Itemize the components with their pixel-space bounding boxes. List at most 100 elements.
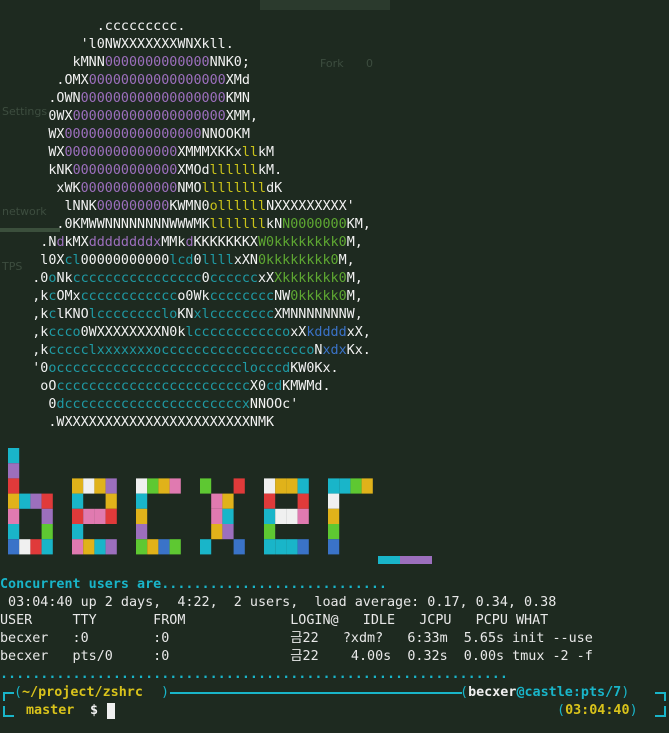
ascii-art-segment: cd xyxy=(266,379,283,394)
ascii-art-segment: NW xyxy=(274,289,291,304)
who-header: USER TTY FROM LOGIN@ IDLE JCPU PCPU WHAT xyxy=(0,613,549,628)
ascii-art-segment: 000000000 xyxy=(96,199,170,214)
banner-pixel xyxy=(136,493,148,509)
ascii-art-segment: cccccc xyxy=(209,271,258,286)
banner-pixel xyxy=(328,539,340,555)
ascii-art-row: 'l0NWXXXXXXXWNXkll. xyxy=(0,36,371,54)
banner-pixel xyxy=(222,508,234,524)
ascii-art-segment: .0 xyxy=(0,271,49,286)
ascii-art-segment: M, xyxy=(346,271,363,286)
banner-pixel xyxy=(136,478,148,494)
prompt-branch: master xyxy=(26,703,75,718)
ascii-art-segment: occccccccccccccccccccccclocccd xyxy=(48,361,291,376)
ascii-art-row: .ccccccccc. xyxy=(0,18,371,36)
ascii-art-segment: .ccccccccc. xyxy=(0,19,283,34)
ascii-art-segment: kM xyxy=(258,145,315,160)
ascii-art-segment: .OWN xyxy=(0,91,81,106)
ascii-art-segment: XMNNNNNNNW, xyxy=(274,307,363,322)
banner-pixel xyxy=(41,539,53,555)
ascii-art-segment: cccccccccccccccccccccccc xyxy=(56,379,250,394)
ascii-art-segment: .WXXXXXXXXXXXXXXXXXXXXXXXNMK xyxy=(0,415,275,430)
ascii-art-segment: cccccccccccccccc xyxy=(72,271,202,286)
ascii-art-segment: 0 xyxy=(201,271,210,286)
banner-pixel xyxy=(8,463,20,479)
banner-pixel xyxy=(8,524,20,540)
ascii-art-segment: KM, xyxy=(346,217,371,232)
banner-pixel xyxy=(8,478,20,494)
prompt-input-line[interactable]: master $ (03:04:40) xyxy=(0,702,669,720)
banner-pixel xyxy=(297,478,309,494)
banner-pixel xyxy=(19,539,31,555)
ascii-art-segment: 0WXXXXXXXXN0k xyxy=(80,325,186,340)
ascii-art-segment: xXN xyxy=(233,253,258,268)
prompt-time-group: (03:04:40) xyxy=(557,703,638,718)
banner-pixel xyxy=(286,508,298,524)
banner-pixel xyxy=(169,539,181,555)
ascii-art-segment: l0X xyxy=(0,253,65,268)
ascii-art-segment: .N xyxy=(0,235,57,250)
banner-pixel xyxy=(136,524,148,540)
ascii-art-row: WX00000000000000000NNOOKM xyxy=(0,126,371,144)
ascii-art-segment: W0kkkkkkkk0 xyxy=(258,235,347,250)
ascii-art-segment: Kx. xyxy=(346,343,371,358)
ascii-art-segment: KMWMd. xyxy=(282,379,331,394)
ascii-art-segment: ccccclxxxxxxxocccccccccccccccccco xyxy=(48,343,315,358)
banner-pixel xyxy=(264,539,276,555)
ascii-art-segment: XMM, xyxy=(225,109,291,124)
ascii-art-segment: ,k xyxy=(0,325,49,340)
ascii-art-segment: 'l0NWXXXXXXXWNXkll. xyxy=(0,37,299,52)
ascii-art-segment: llll xyxy=(201,253,234,268)
ascii-art-segment: Nk xyxy=(56,271,73,286)
ascii-art-segment: kMX xyxy=(64,235,89,250)
ascii-art-segment: 000000000000 xyxy=(80,181,178,196)
banner-pixel xyxy=(264,478,276,494)
separator-dots: ........................................… xyxy=(0,667,508,682)
ascii-art-segment: 00000000000000000 xyxy=(64,127,202,142)
ascii-art-segment: xdx xyxy=(322,343,347,358)
banner-pixel xyxy=(339,478,351,494)
banner-pixel xyxy=(233,478,245,494)
prompt-user: becxer xyxy=(468,685,517,700)
ascii-art-segment: lNNK xyxy=(0,199,97,214)
banner-pixel xyxy=(297,508,309,524)
banner-pixel xyxy=(72,539,84,555)
banner-pixel xyxy=(297,539,309,555)
ascii-art-segment: 0kkkkk0 xyxy=(290,289,347,304)
ascii-art-row: .WXXXXXXXXXXXXXXXXXXXXXXXNMK xyxy=(0,414,371,432)
text-cursor[interactable] xyxy=(107,703,115,719)
who-row: becxer :0 :0 금22 ?xdm? 6:33m 5.65s init … xyxy=(0,631,593,646)
ascii-art-segment: M, xyxy=(346,235,363,250)
ascii-art-segment: N0000000 xyxy=(282,217,347,232)
terminal-output[interactable]: Concurrent users are....................… xyxy=(0,576,669,720)
ascii-art-segment: KKKKKKKX xyxy=(193,235,259,250)
banner-pixel xyxy=(264,508,276,524)
ascii-art-segment: XMMMXKKx xyxy=(177,145,242,160)
ascii-art-segment: 0WX xyxy=(0,109,73,124)
banner-pixel xyxy=(158,478,170,494)
banner-pixel xyxy=(94,508,106,524)
banner-pixel xyxy=(83,478,95,494)
ascii-art-segment: NNOOc' xyxy=(249,397,299,412)
ascii-art-segment: ccco xyxy=(48,325,81,340)
banner-pixel xyxy=(41,524,53,540)
ascii-art-segment: Xkkkkkkk0 xyxy=(274,271,347,286)
ascii-art-segment: KWMN0 xyxy=(169,199,210,214)
banner-pixel xyxy=(200,539,212,555)
banner-pixel xyxy=(169,478,181,494)
ascii-art-row: l0Xcl00000000000lcd0llllxXN0kkkkkkkk0M, xyxy=(0,252,371,270)
background-window-strip xyxy=(260,0,390,10)
ascii-art-segment: ollllll xyxy=(209,199,267,214)
ascii-art-segment: OMx xyxy=(56,289,81,304)
ascii-art-segment: ,k xyxy=(0,289,49,304)
ascii-art-segment: NNOOKM xyxy=(201,127,291,142)
banner-pixel xyxy=(30,493,42,509)
ascii-art-segment: XMd xyxy=(225,73,291,88)
ascii-art-segment: NNK0; xyxy=(209,55,299,70)
banner-pixel xyxy=(136,508,148,524)
banner-pixel xyxy=(350,478,362,494)
ascii-art-segment: KN xyxy=(177,307,194,322)
ascii-art-segment: cccccccc xyxy=(209,289,275,304)
banner-pixel xyxy=(211,493,223,509)
banner-pixel xyxy=(72,493,84,509)
ascii-art-segment: WX xyxy=(0,127,65,142)
